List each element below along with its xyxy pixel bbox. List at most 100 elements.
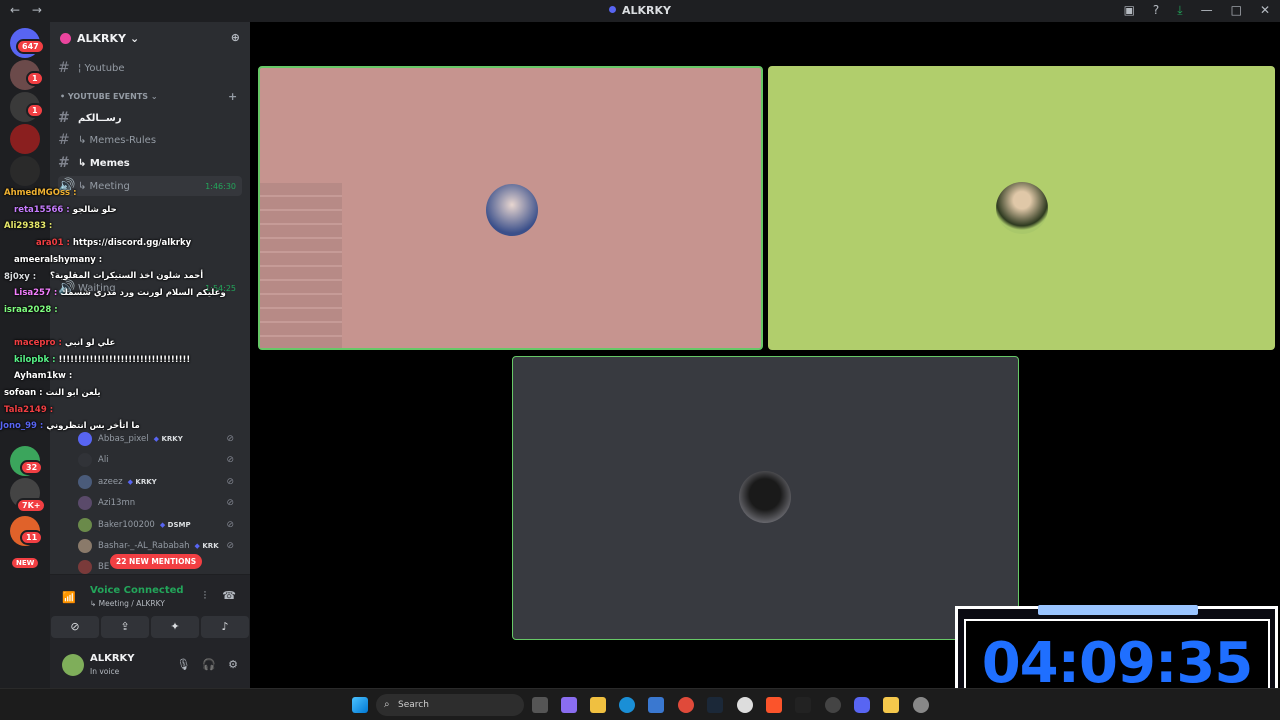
add-channel-icon[interactable]: + [228, 90, 237, 103]
user-status: In voice [90, 667, 120, 676]
chrome-icon[interactable] [678, 697, 694, 713]
search-label: Search [398, 700, 429, 710]
user-name: ALKRKY [90, 653, 135, 664]
chat-message: ara01 : https://discord.gg/alkrky [36, 238, 191, 253]
chat-message: sofoan : يلعن ابو النت [4, 388, 101, 403]
brave-icon[interactable] [766, 697, 782, 713]
chat-message: 8j0xy : [4, 272, 39, 287]
window-controls: ▣ ? ⤓ — □ ✕ [1124, 3, 1270, 18]
server-name: ALKRKY [77, 31, 127, 45]
deafen-icon: ⊘ [226, 498, 234, 508]
voice-member[interactable]: Azi13mn ⊘ [78, 494, 240, 512]
voice-channel-path[interactable]: ↳ Meeting / ALKRKY [90, 599, 165, 608]
new-mentions-pill[interactable]: 22 NEW MENTIONS [110, 554, 203, 569]
settings-icon[interactable] [913, 697, 929, 713]
member-tag: DSMP [160, 521, 191, 529]
server-badge: 11 [20, 530, 44, 545]
disconnect-icon[interactable]: ☎ [222, 589, 236, 603]
chat-user: Lisa257 : [14, 288, 58, 298]
download-icon[interactable]: ⤓ [1177, 3, 1182, 18]
chat-user: sofoan : [4, 388, 43, 398]
headphones-icon[interactable]: 🎧 [202, 658, 216, 671]
chat-user: Tala2149 : [4, 405, 54, 415]
soundboard-button[interactable]: ♪ [201, 616, 249, 638]
camera-off-button[interactable]: ⊘ [51, 616, 99, 638]
chat-user: Jono_99 : [0, 421, 44, 431]
maximize-icon[interactable]: □ [1231, 3, 1242, 18]
chat-message: ameeralshymany : [14, 255, 105, 270]
chat-message: Jono_99 : ما اتأخر بس انتظروني [0, 421, 140, 436]
hash-icon: # [58, 155, 70, 171]
search-icon: ⌕ [384, 699, 390, 710]
new-badge[interactable]: NEW [10, 556, 41, 570]
chat-message: reta15566 : حلو شالجو [14, 205, 117, 220]
channel-timer: 1:46:30 [205, 181, 236, 191]
deafen-icon: ⊘ [226, 541, 234, 551]
avatar [78, 560, 92, 574]
taskbar-search[interactable]: ⌕ Search [376, 694, 524, 716]
close-icon[interactable]: ✕ [1260, 3, 1270, 18]
voice-member[interactable]: Ali ⊘ [78, 451, 240, 469]
voice-member[interactable]: azeez KRKY ⊘ [78, 473, 240, 491]
home-badge: 647 [16, 39, 45, 54]
chat-text: وعليكم السلام لورنت ورد مدري شسمك [60, 288, 226, 298]
add-friend-icon[interactable]: ⊕ [231, 31, 240, 44]
avatar [739, 471, 791, 523]
chat-message: Ali29383 : [4, 221, 55, 236]
inbox-icon[interactable]: ▣ [1124, 3, 1135, 18]
participant-tile[interactable] [768, 66, 1275, 350]
windows-start-icon[interactable] [352, 697, 368, 713]
deafen-icon: ⊘ [226, 434, 234, 444]
settings-gear-icon[interactable]: ⚙ [228, 658, 238, 671]
channel-label: رســالكم [78, 112, 122, 124]
channel-rasalkom[interactable]: # رســالكم [58, 108, 242, 128]
category-header[interactable]: • YOUTUBE EVENTS ⌄ + [60, 90, 237, 103]
chat-message: macepro : علي لو انبي [14, 338, 115, 353]
help-icon[interactable]: ? [1153, 3, 1159, 18]
channel-label: ↳ Memes [78, 157, 130, 169]
participant-tile[interactable] [512, 356, 1019, 640]
hash-icon: # [58, 60, 70, 76]
steam-icon[interactable] [707, 697, 723, 713]
member-name: BE [98, 562, 110, 572]
participant-tile[interactable] [258, 66, 763, 350]
server-logo-icon [60, 32, 71, 44]
avatar [78, 475, 92, 489]
noise-suppression-icon[interactable]: ⫶ [204, 589, 207, 603]
voice-member[interactable]: Baker100200 DSMP ⊘ [78, 516, 240, 534]
voice-member[interactable]: Bashar-_-AL_Rababah KRK ⊘ [78, 537, 240, 555]
channel-memes-rules[interactable]: # ↳ Memes-Rules [58, 130, 242, 150]
channel-memes[interactable]: # ↳ Memes [58, 153, 242, 173]
microphone-icon[interactable]: 🎙 [176, 658, 190, 671]
chat-message: Ayham1kw : [14, 371, 75, 386]
activities-button[interactable]: ✦ [151, 616, 199, 638]
server-header[interactable]: ALKRKY ⌄ ⊕ [50, 22, 250, 54]
discord-icon[interactable] [854, 697, 870, 713]
app-icon[interactable] [825, 697, 841, 713]
chat-text: يلعن ابو النت [45, 388, 101, 398]
avatar[interactable] [62, 654, 84, 676]
server-icon[interactable] [10, 156, 40, 186]
member-name: azeez [98, 477, 123, 487]
channel-label: ↳ Meeting [78, 180, 130, 192]
screen-share-button[interactable]: ⇪ [101, 616, 149, 638]
chat-message: Lisa257 : وعليكم السلام لورنت ورد مدري شس… [14, 288, 226, 303]
channel-youtube[interactable]: # ¦ Youtube [58, 58, 242, 78]
capcut-icon[interactable] [795, 697, 811, 713]
chat-user: reta15566 : [14, 205, 70, 215]
edge-icon[interactable] [619, 697, 635, 713]
server-icon[interactable] [10, 124, 40, 154]
minimize-icon[interactable]: — [1201, 3, 1213, 18]
voice-status[interactable]: Voice Connected [90, 585, 184, 596]
hash-icon: # [58, 132, 70, 148]
store-icon[interactable] [648, 697, 664, 713]
voice-channel-meeting[interactable]: 🔊 ↳ Meeting 1:46:30 [58, 176, 242, 196]
chat-user: israa2028 : [4, 305, 58, 315]
copilot-icon[interactable] [561, 697, 577, 713]
obs-icon[interactable] [737, 697, 753, 713]
app-icon[interactable] [883, 697, 899, 713]
chat-user: 8j0xy : [4, 272, 37, 282]
file-explorer-icon[interactable] [590, 697, 606, 713]
chat-user: AhmedMGOss : [4, 188, 77, 198]
task-view-icon[interactable] [532, 697, 548, 713]
